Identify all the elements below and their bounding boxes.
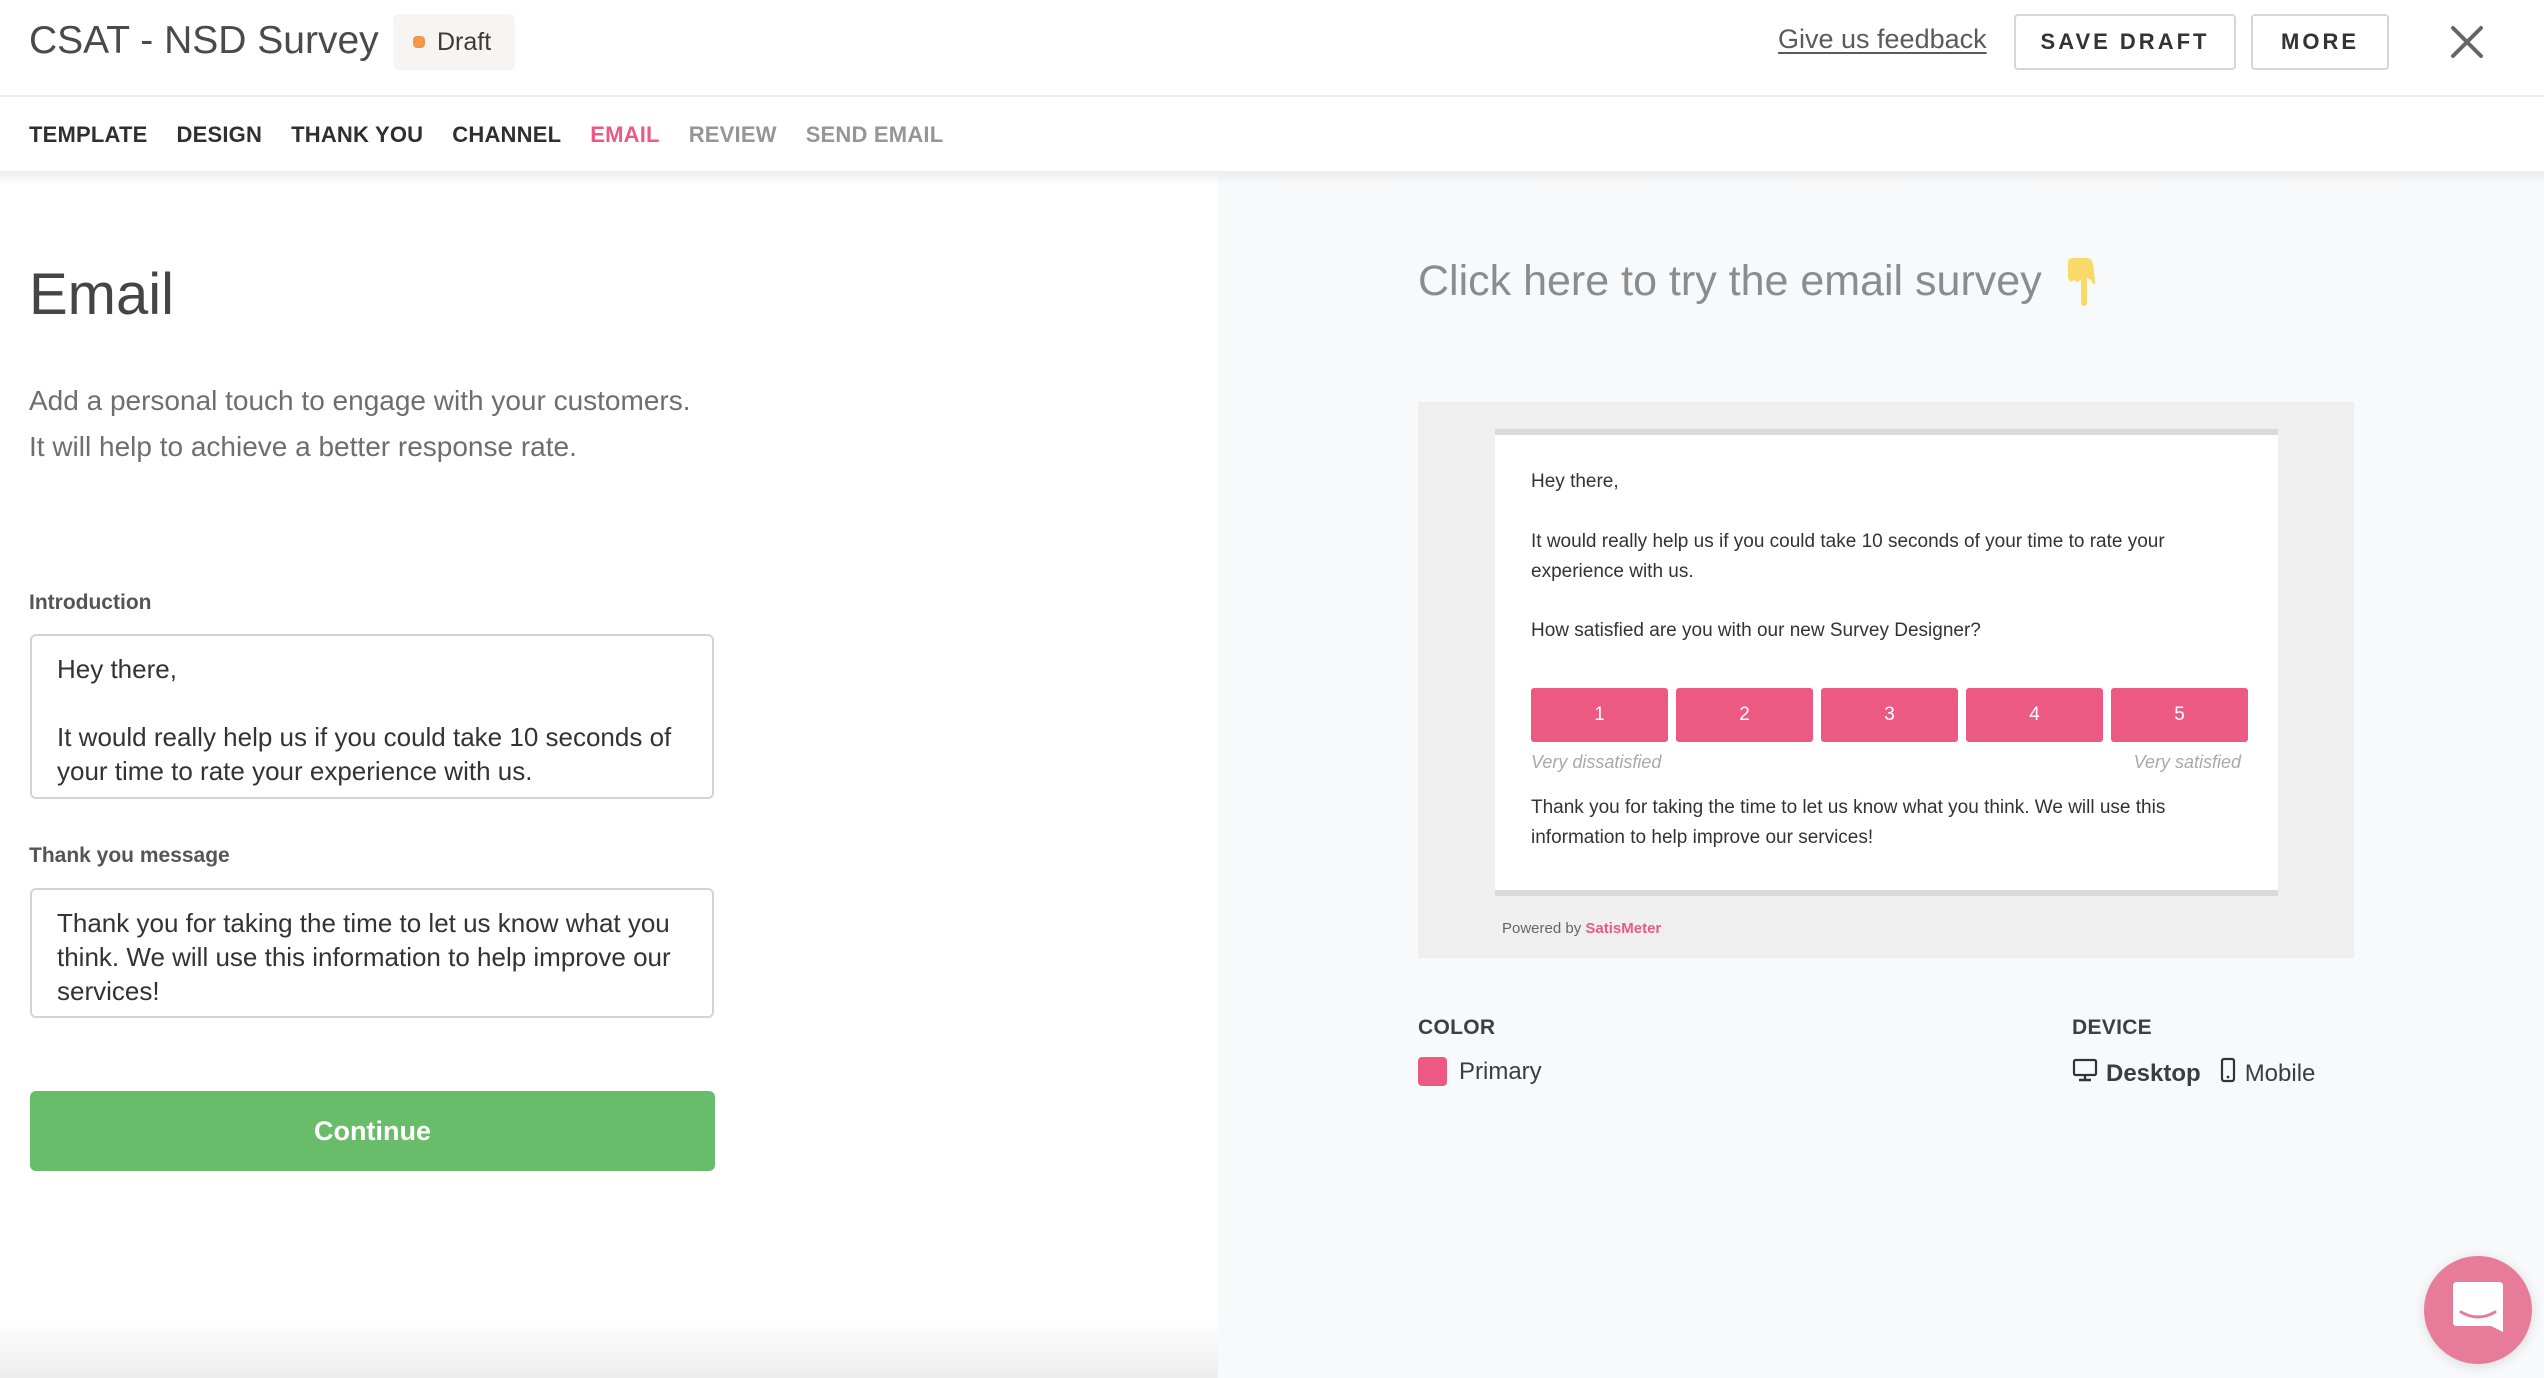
- color-section-label: COLOR: [1418, 1016, 1496, 1039]
- page-title: Email: [29, 262, 175, 327]
- chat-icon: [2451, 1280, 2505, 1341]
- device-option-label: Desktop: [2106, 1059, 2201, 1087]
- more-button[interactable]: MORE: [2251, 14, 2389, 70]
- device-option-mobile[interactable]: Mobile: [2219, 1057, 2316, 1090]
- device-option-desktop[interactable]: Desktop: [2072, 1057, 2201, 1090]
- desktop-icon: [2072, 1057, 2098, 1090]
- color-option-primary[interactable]: Primary: [1418, 1057, 1542, 1086]
- feedback-link[interactable]: Give us feedback: [1778, 24, 1987, 55]
- try-email-survey-label: Click here to try the email survey: [1418, 257, 2042, 305]
- rating-scale: 1 2 3 4 5: [1531, 688, 2248, 742]
- thank-you-textarea[interactable]: Thank you for taking the time to let us …: [30, 888, 714, 1018]
- tabs-shadow: [0, 171, 2544, 185]
- email-preview-card: Hey there, It would really help us if yo…: [1495, 429, 2278, 896]
- rating-button[interactable]: 3: [1821, 688, 1958, 742]
- email-greeting: Hey there,: [1531, 471, 1619, 492]
- tab-channel[interactable]: CHANNEL: [452, 122, 561, 148]
- continue-button[interactable]: Continue: [30, 1091, 715, 1171]
- email-intro: It would really help us if you could tak…: [1531, 531, 2165, 582]
- survey-title: CSAT - NSD Survey: [29, 19, 379, 62]
- email-question: How satisfied are you with our new Surve…: [1531, 620, 1981, 641]
- status-dot-icon: [413, 36, 425, 48]
- wizard-tabs: TEMPLATE DESIGN THANK YOU CHANNEL EMAIL …: [0, 99, 2544, 171]
- rating-button[interactable]: 1: [1531, 688, 1668, 742]
- email-settings-panel: Email Add a personal touch to engage wit…: [0, 171, 1218, 1378]
- status-badge-label: Draft: [437, 27, 492, 56]
- try-email-survey-link[interactable]: Click here to try the email survey: [1418, 257, 2100, 306]
- powered-by-label: Powered by: [1502, 920, 1582, 937]
- tab-review[interactable]: REVIEW: [689, 122, 777, 148]
- thank-you-label: Thank you message: [29, 844, 230, 867]
- brand-link[interactable]: SatisMeter: [1585, 920, 1661, 937]
- chat-widget-button[interactable]: [2424, 1256, 2532, 1364]
- top-header: CSAT - NSD Survey Draft Give us feedback…: [0, 0, 2544, 97]
- email-thanks: Thank you for taking the time to let us …: [1531, 797, 2166, 848]
- bottom-fade: [0, 1318, 1218, 1378]
- color-swatch: [1418, 1057, 1447, 1086]
- scale-low-label: Very dissatisfied: [1531, 752, 1662, 772]
- introduction-textarea[interactable]: Hey there, It would really help us if yo…: [30, 634, 714, 799]
- tab-design[interactable]: DESIGN: [177, 122, 263, 148]
- introduction-label: Introduction: [29, 591, 152, 614]
- device-option-label: Mobile: [2244, 1059, 2316, 1087]
- tab-send-email[interactable]: SEND EMAIL: [806, 122, 944, 148]
- status-badge: Draft: [393, 14, 516, 70]
- device-section-label: DEVICE: [2072, 1016, 2152, 1039]
- page-description: Add a personal touch to engage with your…: [29, 385, 691, 462]
- tab-template[interactable]: TEMPLATE: [29, 122, 148, 148]
- color-option-label: Primary: [1459, 1057, 1542, 1085]
- save-draft-button[interactable]: SAVE DRAFT: [2014, 14, 2236, 70]
- mobile-icon: [2219, 1057, 2237, 1090]
- rating-button[interactable]: 2: [1676, 688, 1813, 742]
- close-icon[interactable]: [2447, 22, 2487, 62]
- powered-by: Powered by SatisMeter: [1502, 920, 1661, 937]
- tab-thank-you[interactable]: THANK YOU: [291, 122, 423, 148]
- tab-email[interactable]: EMAIL: [590, 122, 659, 148]
- rating-button[interactable]: 5: [2111, 688, 2248, 742]
- scale-high-label: Very satisfied: [2133, 752, 2241, 772]
- device-selector: Desktop Mobile: [2072, 1057, 2315, 1090]
- pointing-down-icon: [2060, 257, 2100, 306]
- rating-button[interactable]: 4: [1966, 688, 2103, 742]
